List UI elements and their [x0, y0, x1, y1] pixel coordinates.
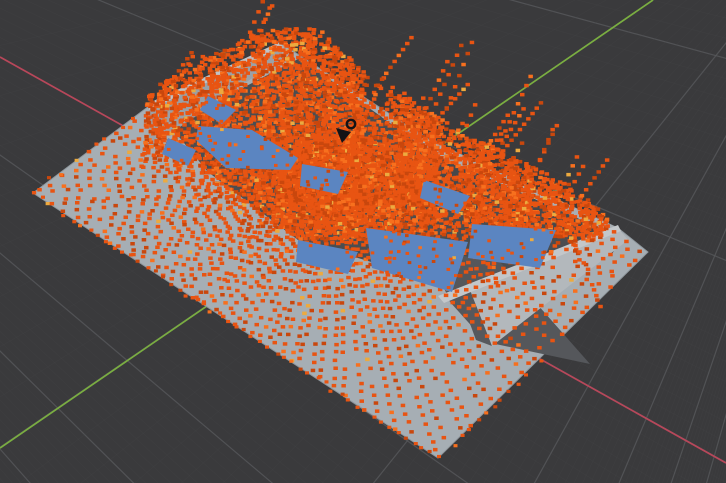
- 3d-viewport[interactable]: [0, 0, 726, 483]
- scene-canvas: [0, 0, 726, 483]
